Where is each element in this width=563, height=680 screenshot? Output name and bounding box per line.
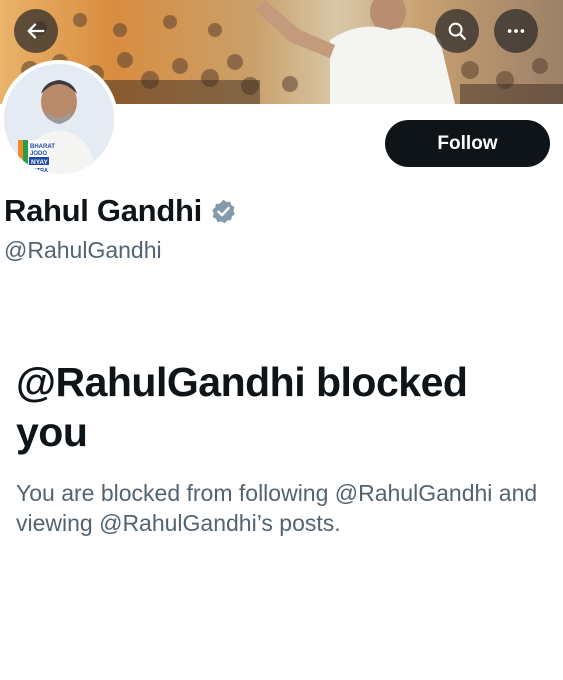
search-button[interactable] bbox=[435, 9, 479, 53]
arrow-left-icon bbox=[27, 23, 45, 39]
back-button[interactable] bbox=[14, 9, 58, 53]
avatar-badge-text: JODO bbox=[30, 151, 47, 157]
blocked-title: @RahulGandhi blocked you bbox=[16, 359, 468, 455]
more-button[interactable] bbox=[494, 9, 538, 53]
avatar-badge-text: BHARAT bbox=[30, 144, 55, 150]
profile-handle: @RahulGandhi bbox=[4, 237, 162, 263]
search-icon bbox=[448, 22, 466, 40]
avatar-badge-text: NYAY bbox=[31, 159, 49, 166]
follow-button[interactable]: Follow bbox=[385, 120, 550, 167]
profile-avatar[interactable]: BHARAT JODO NYAY YATRA bbox=[0, 60, 118, 178]
display-name: Rahul Gandhi bbox=[4, 193, 202, 228]
avatar-image: BHARAT JODO NYAY YATRA bbox=[4, 64, 114, 174]
verified-badge-icon[interactable] bbox=[210, 198, 237, 225]
more-horizontal-icon bbox=[507, 29, 525, 33]
avatar-badge-text: YATRA bbox=[30, 168, 48, 174]
blocked-description: You are blocked from following @RahulGan… bbox=[16, 480, 538, 536]
profile-name-row: Rahul Gandhi bbox=[4, 193, 237, 229]
